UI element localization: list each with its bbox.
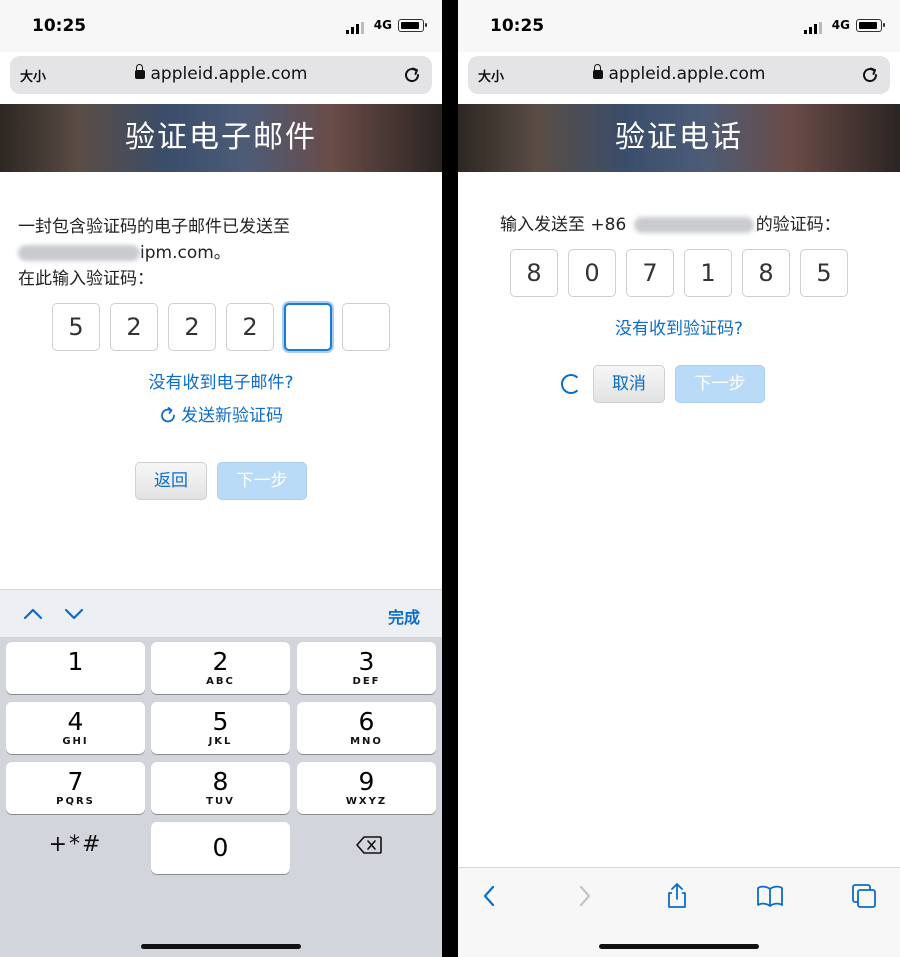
reload-icon[interactable] [860, 65, 880, 85]
key-number: 8 [212, 767, 229, 796]
key-1[interactable]: 1 [6, 642, 145, 694]
status-bar: 10:25 4G [458, 0, 900, 52]
url-display[interactable]: appleid.apple.com [10, 64, 432, 84]
code-digit-3[interactable]: 7 [626, 249, 674, 297]
resend-code-link[interactable]: 发送新验证码 [0, 401, 442, 426]
code-digit-2[interactable]: 2 [110, 303, 158, 351]
code-digit-6[interactable] [342, 303, 390, 351]
email-suffix: ipm.com。 [140, 243, 231, 263]
address-bar[interactable]: 大小 appleid.apple.com [10, 56, 432, 94]
browser-toolbar [458, 867, 900, 957]
loading-spinner-icon [561, 374, 581, 394]
symbols-key[interactable]: +*# [6, 832, 145, 857]
chevron-up-icon[interactable] [22, 604, 44, 624]
code-digit-5[interactable]: 8 [742, 249, 790, 297]
key-letters: DEF [352, 676, 381, 687]
network-type: 4G [831, 18, 850, 32]
code-digit-3[interactable]: 2 [168, 303, 216, 351]
page-title: 验证电话 [458, 104, 900, 172]
right-screen: 10:25 4G 大小 appleid.apple.com 验证电话 输入发送至… [458, 0, 900, 957]
back-button[interactable]: 返回 [135, 462, 207, 500]
key-9[interactable]: 9 WXYZ [297, 762, 436, 814]
status-bar: 10:25 4G [0, 0, 442, 52]
key-2[interactable]: 2 ABC [151, 642, 290, 694]
url-text: appleid.apple.com [608, 64, 766, 84]
status-time: 10:25 [490, 16, 545, 36]
tabs-icon[interactable] [850, 882, 878, 910]
delete-icon[interactable] [356, 836, 382, 854]
instruction-text: 输入发送至 +86 的验证码： [500, 212, 841, 238]
lock-icon [134, 64, 145, 79]
instruction-line-1: 一封包含验证码的电子邮件已发送至 [18, 217, 290, 237]
network-type: 4G [373, 18, 392, 32]
keyboard-toolbar: 完成 [0, 589, 442, 637]
address-bar[interactable]: 大小 appleid.apple.com [468, 56, 890, 94]
key-number: 3 [358, 647, 375, 676]
share-icon[interactable] [663, 882, 691, 910]
home-indicator [141, 944, 301, 949]
reload-icon[interactable] [402, 65, 422, 85]
key-number: 1 [67, 647, 84, 676]
key-8[interactable]: 8 TUV [151, 762, 290, 814]
cellular-signal-icon [346, 22, 364, 34]
key-7[interactable]: 7 PQRS [6, 762, 145, 814]
instruction-line-3: 在此输入验证码： [18, 269, 154, 289]
key-number: 9 [358, 767, 375, 796]
key-number: 4 [67, 707, 84, 736]
key-letters: GHI [62, 736, 89, 747]
instruction-suffix: 的验证码： [755, 215, 841, 235]
key-5[interactable]: 5 JKL [151, 702, 290, 754]
code-digit-4[interactable]: 2 [226, 303, 274, 351]
next-button[interactable]: 下一步 [675, 365, 765, 403]
key-number: 2 [212, 647, 229, 676]
key-number: 7 [67, 767, 84, 796]
url-display[interactable]: appleid.apple.com [468, 64, 890, 84]
code-digit-4[interactable]: 1 [684, 249, 732, 297]
instruction-line-2: ipm.com。 [18, 240, 290, 266]
code-digit-6[interactable]: 5 [800, 249, 848, 297]
home-indicator [599, 944, 759, 949]
bookmarks-icon[interactable] [756, 882, 784, 910]
left-screen: 10:25 4G 大小 appleid.apple.com 验证电子邮件 一封包… [0, 0, 442, 957]
key-letters: ABC [206, 676, 235, 687]
key-letters: TUV [206, 796, 235, 807]
no-code-link[interactable]: 没有收到验证码? [458, 314, 900, 339]
code-digit-5[interactable] [284, 303, 332, 351]
cellular-signal-icon [804, 22, 822, 34]
forward-icon[interactable] [570, 882, 598, 910]
key-letters: PQRS [56, 796, 95, 807]
redacted-phone [633, 217, 754, 233]
key-letters: MNO [350, 736, 383, 747]
code-digit-2[interactable]: 0 [568, 249, 616, 297]
key-6[interactable]: 6 MNO [297, 702, 436, 754]
status-time: 10:25 [32, 16, 87, 36]
next-button[interactable]: 下一步 [217, 462, 307, 500]
keyboard-done-button[interactable]: 完成 [388, 604, 420, 628]
key-number: 6 [358, 707, 375, 736]
code-digit-1[interactable]: 5 [52, 303, 100, 351]
no-email-link[interactable]: 没有收到电子邮件? [0, 368, 442, 393]
chevron-down-icon[interactable] [63, 604, 85, 624]
instruction-text: 一封包含验证码的电子邮件已发送至 ipm.com。 在此输入验证码： [18, 214, 290, 292]
key-4[interactable]: 4 GHI [6, 702, 145, 754]
battery-icon [398, 19, 427, 32]
code-digit-1[interactable]: 8 [510, 249, 558, 297]
battery-icon [856, 19, 885, 32]
lock-icon [592, 64, 603, 79]
instruction-prefix: 输入发送至 +86 [500, 215, 627, 235]
key-letters: JKL [208, 736, 233, 747]
key-number: 5 [212, 707, 229, 736]
key-number: 0 [212, 833, 229, 862]
url-text: appleid.apple.com [150, 64, 308, 84]
page-title: 验证电子邮件 [0, 104, 442, 172]
refresh-icon [161, 407, 175, 423]
redacted-email [18, 245, 140, 261]
key-letters: WXYZ [345, 796, 388, 807]
resend-code-label: 发送新验证码 [181, 406, 283, 426]
key-3[interactable]: 3 DEF [297, 642, 436, 694]
back-icon[interactable] [476, 882, 504, 910]
cancel-button[interactable]: 取消 [593, 365, 665, 403]
key-0[interactable]: 0 [151, 822, 290, 874]
numeric-keypad: 1 2 ABC 3 DEF 4 GHI 5 JKL 6 MNO 7 PQRS 8 TUV 9W… [0, 637, 442, 957]
